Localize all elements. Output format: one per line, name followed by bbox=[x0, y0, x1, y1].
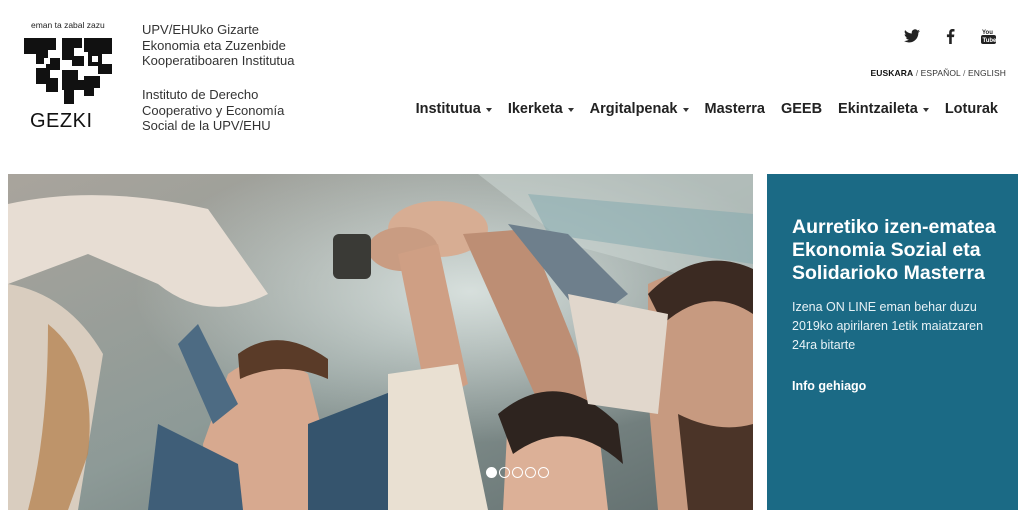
carousel-dot[interactable] bbox=[525, 467, 536, 478]
institute-name-line: Kooperatiboaren Institutua bbox=[142, 53, 295, 68]
lang-separator: / bbox=[960, 68, 968, 78]
nav-item-argitalpenak[interactable]: Argitalpenak bbox=[590, 101, 689, 117]
nav-item-ekintzaileta[interactable]: Ekintzaileta bbox=[838, 101, 929, 117]
chevron-down-icon bbox=[922, 107, 929, 112]
info-more-link[interactable]: Info gehiago bbox=[792, 379, 998, 393]
lang-espanol[interactable]: ESPAÑOL bbox=[921, 68, 961, 78]
logo-motto: eman ta zabal zazu bbox=[31, 20, 105, 30]
logo-wordmark: GEZKI bbox=[30, 110, 93, 132]
nav-item-masterra[interactable]: Masterra bbox=[705, 101, 765, 117]
institute-name-spanish: Instituto de Derecho Cooperativo y Econo… bbox=[142, 87, 284, 134]
institute-name-line: Social de la UPV/EHU bbox=[142, 118, 271, 133]
carousel-dot[interactable] bbox=[538, 467, 549, 478]
carousel-indicators bbox=[486, 467, 549, 478]
nav-label: Masterra bbox=[704, 101, 765, 117]
nav-label: Loturak bbox=[944, 101, 998, 117]
twitter-icon[interactable] bbox=[904, 28, 920, 44]
chevron-down-icon bbox=[567, 107, 574, 112]
facebook-icon[interactable] bbox=[942, 28, 958, 44]
carousel-dot[interactable] bbox=[512, 467, 523, 478]
institute-name-line: Instituto de Derecho bbox=[142, 87, 259, 102]
chevron-down-icon bbox=[485, 107, 492, 112]
promo-title: Aurretiko izen-ematea Ekonomia Sozial et… bbox=[792, 216, 996, 284]
upv-tree-emblem-icon bbox=[24, 38, 112, 104]
institute-name-line: Ekonomia eta Zuzenbide bbox=[142, 37, 286, 53]
nav-label: Argitalpenak bbox=[589, 101, 678, 117]
nav-item-institutua[interactable]: Institutua bbox=[416, 101, 492, 117]
lang-english[interactable]: ENGLISH bbox=[968, 68, 1006, 78]
hero-photo-high-five bbox=[8, 174, 753, 510]
nav-label: Ekintzaileta bbox=[838, 101, 918, 117]
nav-label: Institutua bbox=[415, 101, 481, 117]
chevron-down-icon bbox=[682, 107, 689, 112]
youtube-icon[interactable]: You Tube bbox=[980, 28, 996, 44]
svg-text:Tube: Tube bbox=[982, 38, 996, 44]
gezki-logo[interactable]: eman ta zabal zazu GEZKI bbox=[22, 18, 122, 136]
nav-item-loturak[interactable]: Loturak bbox=[945, 101, 998, 117]
promo-body: Izena ON LINE eman behar duzu 2019ko api… bbox=[792, 300, 984, 352]
main-navigation: Institutua Ikerketa Argitalpenak Masterr… bbox=[400, 101, 998, 117]
carousel-dot[interactable] bbox=[486, 467, 497, 478]
institute-name-basque: UPV/EHUko Gizarte Ekonomia eta Zuzenbide… bbox=[142, 22, 295, 69]
hero-carousel[interactable] bbox=[8, 174, 753, 510]
language-switcher: EUSKARA / ESPAÑOL / ENGLISH bbox=[871, 68, 1006, 78]
nav-item-geeb[interactable]: GEEB bbox=[781, 101, 822, 117]
institute-name-line: Cooperativo y Economía bbox=[142, 102, 285, 118]
nav-label: GEEB bbox=[780, 101, 823, 117]
carousel-dot[interactable] bbox=[499, 467, 510, 478]
nav-label: Ikerketa bbox=[507, 101, 563, 117]
social-links: You Tube bbox=[904, 28, 996, 44]
nav-item-ikerketa[interactable]: Ikerketa bbox=[508, 101, 574, 117]
site-header: eman ta zabal zazu GEZKI UPV/EHUko Gizar… bbox=[0, 0, 1024, 170]
lang-separator: / bbox=[913, 68, 921, 78]
institute-name-line: UPV/EHUko Gizarte bbox=[142, 22, 260, 37]
lang-euskara[interactable]: EUSKARA bbox=[871, 68, 914, 78]
promo-panel: Aurretiko izen-ematea Ekonomia Sozial et… bbox=[767, 174, 1018, 510]
